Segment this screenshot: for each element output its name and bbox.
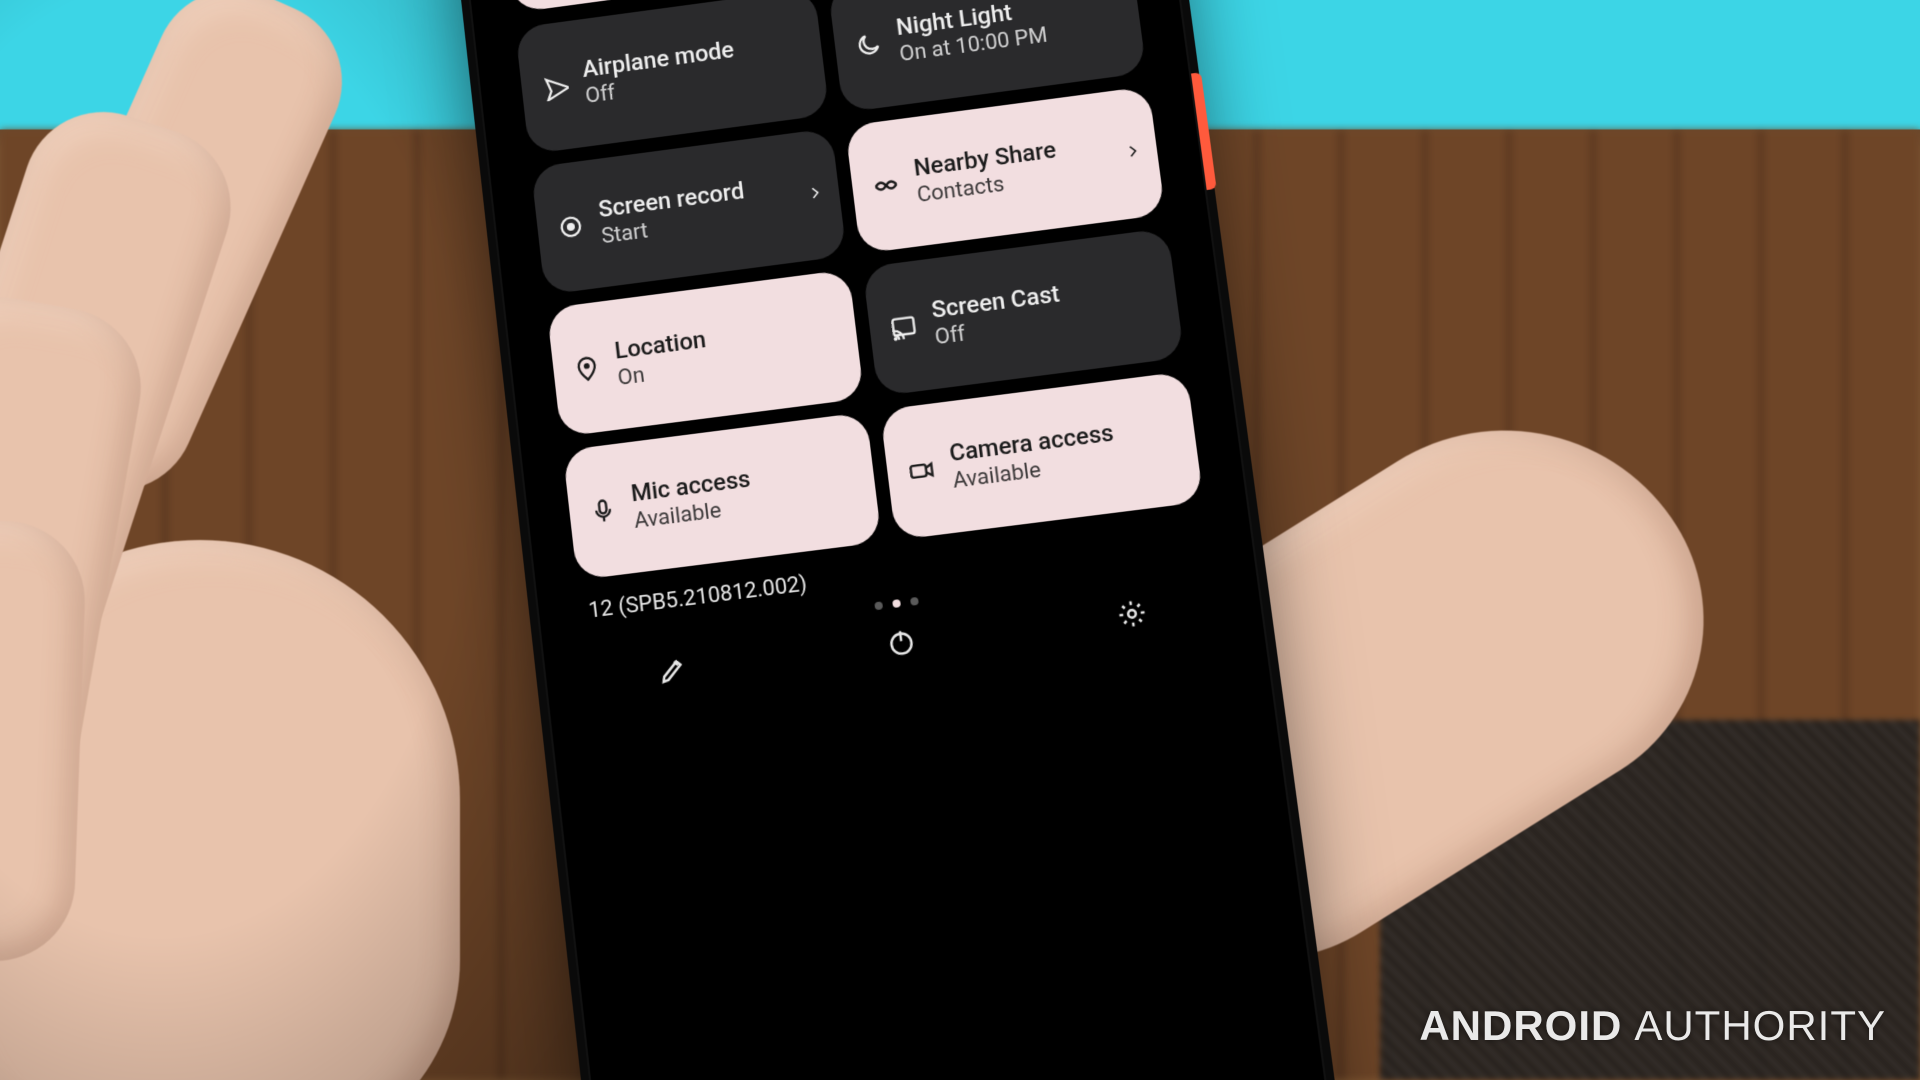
watermark-thin: AUTHORITY [1634,1002,1886,1050]
nearby-share-icon [871,170,902,201]
cast-icon [888,312,919,343]
quick-settings-tiles: Airplane mode Off Night Light On at 10:0… [496,0,1224,583]
record-icon [556,212,586,243]
microphone-icon [588,496,619,527]
settings-icon[interactable] [1115,597,1149,635]
pager-dot-active [892,599,901,608]
location-icon [572,353,602,384]
scene-root: Emergency calls only 1 day, 2 hr [0,0,1920,1080]
edit-icon[interactable] [656,654,690,691]
tile-screen-cast[interactable]: Screen Cast Off [862,228,1184,396]
tile-airplane-mode[interactable]: Airplane mode Off [515,0,830,154]
tile-location[interactable]: Location On [547,269,865,437]
chevron-right-icon[interactable] [1122,138,1145,168]
airplane-icon [540,72,570,102]
pager-dot [874,601,883,610]
pager-dot [910,597,919,606]
tile-nearby-share[interactable]: Nearby Share Contacts [845,86,1166,254]
phone-screen: Emergency calls only 1 day, 2 hr [482,0,1321,1080]
watermark-bold: ANDROID [1419,1002,1622,1050]
tile-screen-record[interactable]: Screen record Start [531,128,847,295]
chevron-right-icon[interactable] [804,180,827,210]
watermark: ANDROID AUTHORITY [1419,1002,1886,1050]
camera-icon [906,455,937,486]
moon-icon [853,30,884,61]
power-icon[interactable] [885,626,919,664]
